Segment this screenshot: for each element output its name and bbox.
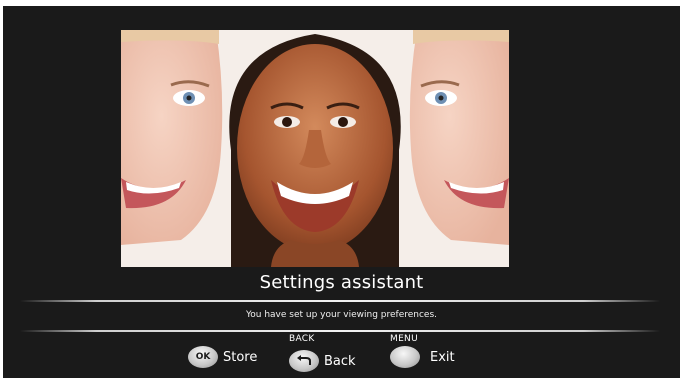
back-arrow-icon bbox=[289, 350, 319, 372]
store-label: Store bbox=[223, 349, 258, 365]
back-key-caption: BACK bbox=[289, 334, 315, 344]
ok-key-icon: OK bbox=[188, 346, 218, 368]
status-message: You have set up your viewing preferences… bbox=[245, 310, 438, 320]
exit-button[interactable]: Exit bbox=[390, 346, 455, 368]
page-title: Settings assistant bbox=[259, 272, 424, 293]
preview-image bbox=[121, 30, 509, 267]
back-label: Back bbox=[324, 353, 356, 369]
bottom-divider bbox=[20, 330, 660, 332]
store-button[interactable]: OK Store bbox=[188, 346, 257, 368]
exit-label: Exit bbox=[430, 349, 455, 365]
menu-key-caption: MENU bbox=[390, 334, 418, 344]
menu-key-icon bbox=[390, 346, 420, 368]
top-divider bbox=[20, 300, 660, 302]
back-button[interactable]: Back bbox=[289, 350, 356, 372]
